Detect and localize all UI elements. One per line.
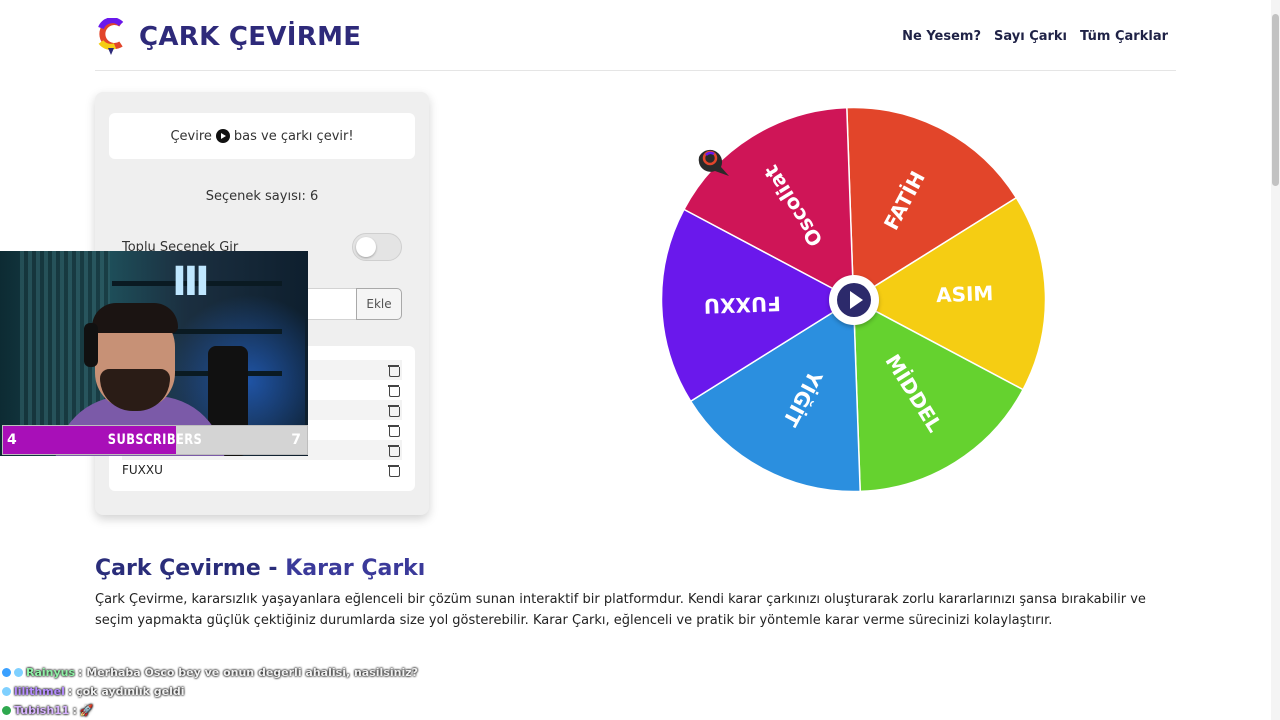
badge-icon (14, 668, 23, 677)
trash-icon[interactable] (388, 404, 400, 417)
bulk-entry-toggle[interactable] (352, 233, 402, 261)
logo-text: ÇARK ÇEVİRME (139, 22, 362, 52)
subscriber-goal-label: SUBSCRIBERS (107, 432, 203, 448)
badge-icon (2, 706, 11, 715)
chat-username: Rainyus (26, 666, 76, 679)
instruction-pre: Çevire (170, 128, 212, 144)
list-item: FUXXU (122, 460, 402, 480)
trash-icon[interactable] (388, 424, 400, 437)
rocket-emote-icon: 🚀 (79, 704, 94, 717)
badge-icon (2, 668, 11, 677)
subscriber-goal-bar: SUBSCRIBERS 4 7 (2, 425, 308, 455)
trash-icon[interactable] (388, 464, 400, 477)
chat-message: : çok aydınlık geldi (67, 685, 185, 698)
chat-line: Tubish11 : 🚀 (2, 701, 418, 720)
trash-icon[interactable] (388, 364, 400, 377)
page: ÇARK ÇEVİRME Ne Yesem? Sayı Çarkı Tüm Ça… (0, 0, 1280, 720)
article-title: Çark Çevirme - Karar Çarkı (95, 556, 425, 581)
chat-line: Rainyus : Merhaba Osco bey ve onun deger… (2, 663, 418, 682)
nav-link-sayi-carki[interactable]: Sayı Çarkı (994, 29, 1067, 44)
chat-username: Tubish11 (14, 704, 70, 717)
article-title-part1: Çark Çevirme - (95, 556, 286, 581)
chat-line: lilithmel : çok aydınlık geldi (2, 682, 418, 701)
trash-icon[interactable] (388, 384, 400, 397)
streamer-hair (92, 303, 178, 333)
trash-icon[interactable] (388, 444, 400, 457)
add-option-button[interactable]: Ekle (356, 288, 402, 320)
site-logo[interactable]: ÇARK ÇEVİRME (95, 18, 361, 56)
stream-chat: Rainyus : Merhaba Osco bey ve onun deger… (2, 663, 418, 720)
wheel-segment-label: ASIM (936, 281, 994, 307)
nav-link-tum-carklar[interactable]: Tüm Çarklar (1080, 29, 1168, 44)
main-nav: Ne Yesem? Sayı Çarkı Tüm Çarklar (902, 29, 1168, 44)
headset-icon (84, 323, 98, 367)
scrollbar-thumb[interactable] (1272, 14, 1279, 186)
logo-icon (98, 18, 124, 55)
instruction-post: bas ve çarkı çevir! (233, 128, 354, 144)
play-icon (215, 129, 230, 143)
chat-message: : Merhaba Osco bey ve onun degerli ahali… (78, 666, 419, 679)
badge-icon (2, 687, 11, 696)
wheel-segment-label: FUXXU (703, 292, 781, 319)
article-title-part2: Karar Çarkı (285, 556, 426, 581)
wheel-pointer-icon (698, 149, 729, 176)
spin-play-button[interactable] (829, 275, 879, 325)
page-scrollbar[interactable] (1271, 0, 1280, 720)
monster-logo-icon: Ⅲ (172, 259, 210, 305)
article-paragraph: Çark Çevirme, kararsızlık yaşayanlara eğ… (95, 592, 1146, 628)
site-header: ÇARK ÇEVİRME Ne Yesem? Sayı Çarkı Tüm Ça… (95, 0, 1176, 71)
chat-message: : (72, 704, 77, 717)
nav-link-ne-yesem[interactable]: Ne Yesem? (902, 29, 981, 44)
chat-username: lilithmel (14, 685, 65, 698)
option-count: Seçenek sayısı: 6 (205, 189, 319, 204)
subscriber-goal-start: 4 (7, 432, 17, 448)
instruction-box: Çevire bas ve çarkı çevir! (109, 113, 415, 159)
webcam-overlay: Ⅲ SUBSCRIBERS 4 7 (0, 251, 308, 456)
list-item-label: FUXXU (122, 463, 163, 477)
subscriber-goal-target: 7 (291, 432, 301, 448)
